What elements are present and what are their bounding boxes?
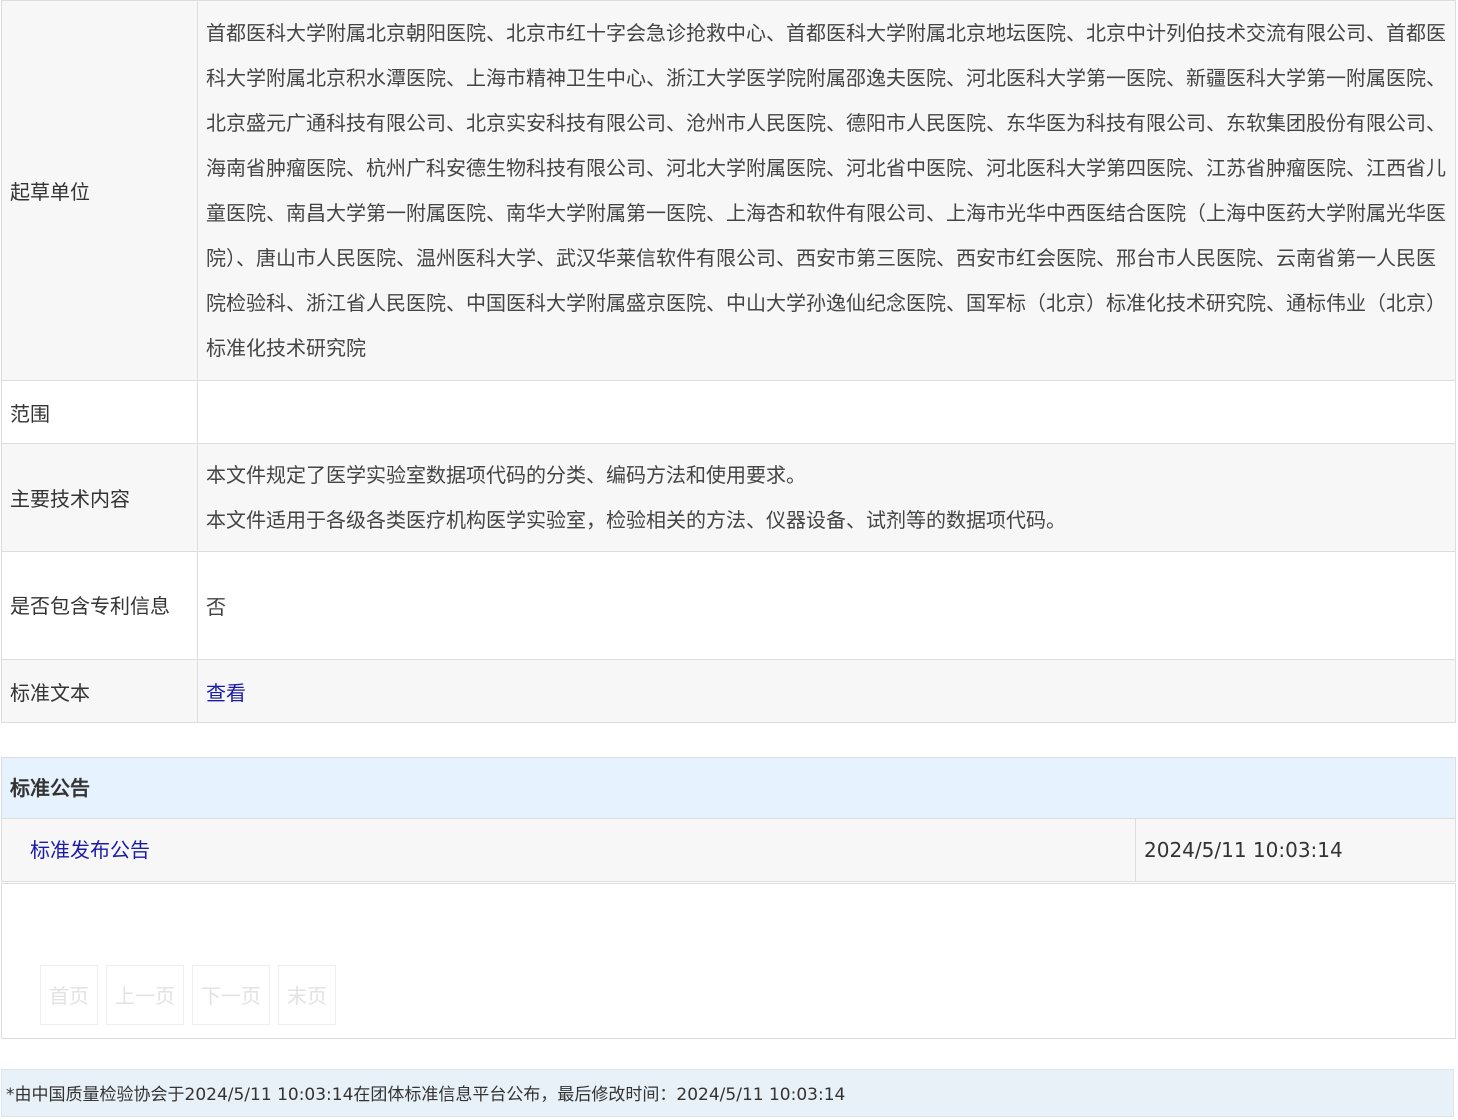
last-page-button[interactable]: 末页 bbox=[278, 965, 336, 1025]
page: 起草单位 首都医科大学附属北京朝阳医院、北京市红十字会急诊抢救中心、首都医科大学… bbox=[0, 0, 1458, 1120]
drafters-value: 首都医科大学附属北京朝阳医院、北京市红十字会急诊抢救中心、首都医科大学附属北京地… bbox=[197, 0, 1456, 381]
publication-note: *由中国质量检验协会于2024/5/11 10:03:14在团体标准信息平台公布… bbox=[1, 1069, 1454, 1117]
announcement-date: 2024/5/11 10:03:14 bbox=[1144, 838, 1343, 862]
standard-text-row: 标准文本 查看 bbox=[1, 659, 1456, 723]
announcement-title-cell: 标准发布公告 bbox=[2, 819, 1136, 881]
announcement-title-link[interactable]: 标准发布公告 bbox=[30, 838, 150, 862]
scope-row: 范围 bbox=[1, 380, 1456, 444]
patent-label: 是否包含专利信息 bbox=[1, 551, 198, 660]
next-page-button[interactable]: 下一页 bbox=[192, 965, 270, 1025]
announcement-header: 标准公告 bbox=[2, 758, 1455, 819]
tech-content-line-1: 本文件规定了医学实验室数据项代码的分类、编码方法和使用要求。 bbox=[206, 462, 806, 487]
tech-content-label: 主要技术内容 bbox=[1, 443, 198, 552]
pagination: 首页 上一页 下一页 末页 bbox=[40, 965, 336, 1025]
first-page-button[interactable]: 首页 bbox=[40, 965, 98, 1025]
standard-detail-table: 起草单位 首都医科大学附属北京朝阳医院、北京市红十字会急诊抢救中心、首都医科大学… bbox=[1, 0, 1456, 723]
announcement-row: 标准发布公告 2024/5/11 10:03:14 bbox=[2, 819, 1455, 882]
patent-value: 否 bbox=[197, 551, 1456, 660]
tech-content-line-2: 本文件适用于各级各类医疗机构医学实验室，检验相关的方法、仪器设备、试剂等的数据项… bbox=[206, 507, 1066, 532]
drafters-row: 起草单位 首都医科大学附属北京朝阳医院、北京市红十字会急诊抢救中心、首都医科大学… bbox=[1, 0, 1456, 381]
standard-text-label: 标准文本 bbox=[1, 659, 198, 723]
drafters-label: 起草单位 bbox=[1, 0, 198, 381]
prev-page-button[interactable]: 上一页 bbox=[106, 965, 184, 1025]
tech-content-value: 本文件规定了医学实验室数据项代码的分类、编码方法和使用要求。 本文件适用于各级各… bbox=[197, 443, 1456, 552]
tech-content-row: 主要技术内容 本文件规定了医学实验室数据项代码的分类、编码方法和使用要求。 本文… bbox=[1, 443, 1456, 552]
scope-value bbox=[197, 380, 1456, 444]
patent-row: 是否包含专利信息 否 bbox=[1, 551, 1456, 660]
standard-text-value: 查看 bbox=[197, 659, 1456, 723]
view-standard-text-link[interactable]: 查看 bbox=[206, 681, 246, 705]
announcement-section: 标准公告 标准发布公告 2024/5/11 10:03:14 bbox=[1, 757, 1456, 882]
scope-label: 范围 bbox=[1, 380, 198, 444]
pagination-area: 首页 上一页 下一页 末页 bbox=[1, 883, 1456, 1039]
